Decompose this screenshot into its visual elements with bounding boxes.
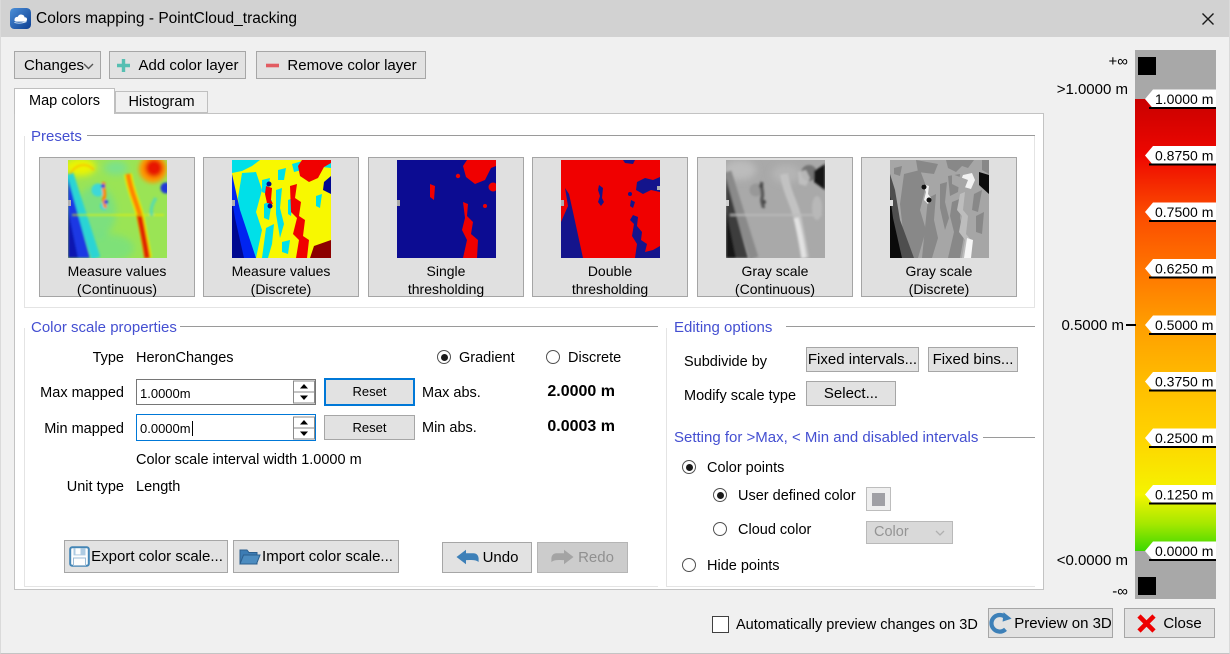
- svg-text:0.0000 m: 0.0000 m: [1155, 543, 1213, 559]
- svg-text:0.3750 m: 0.3750 m: [1155, 374, 1213, 390]
- svg-text:0.5000 m: 0.5000 m: [1155, 317, 1213, 333]
- svg-text:0.6250 m: 0.6250 m: [1155, 261, 1213, 277]
- svg-text:1.0000 m: 1.0000 m: [1155, 91, 1213, 107]
- svg-text:0.7500 m: 0.7500 m: [1155, 204, 1213, 220]
- svg-text:0.2500 m: 0.2500 m: [1155, 430, 1213, 446]
- svg-text:0.1250 m: 0.1250 m: [1155, 487, 1213, 503]
- svg-text:0.8750 m: 0.8750 m: [1155, 148, 1213, 164]
